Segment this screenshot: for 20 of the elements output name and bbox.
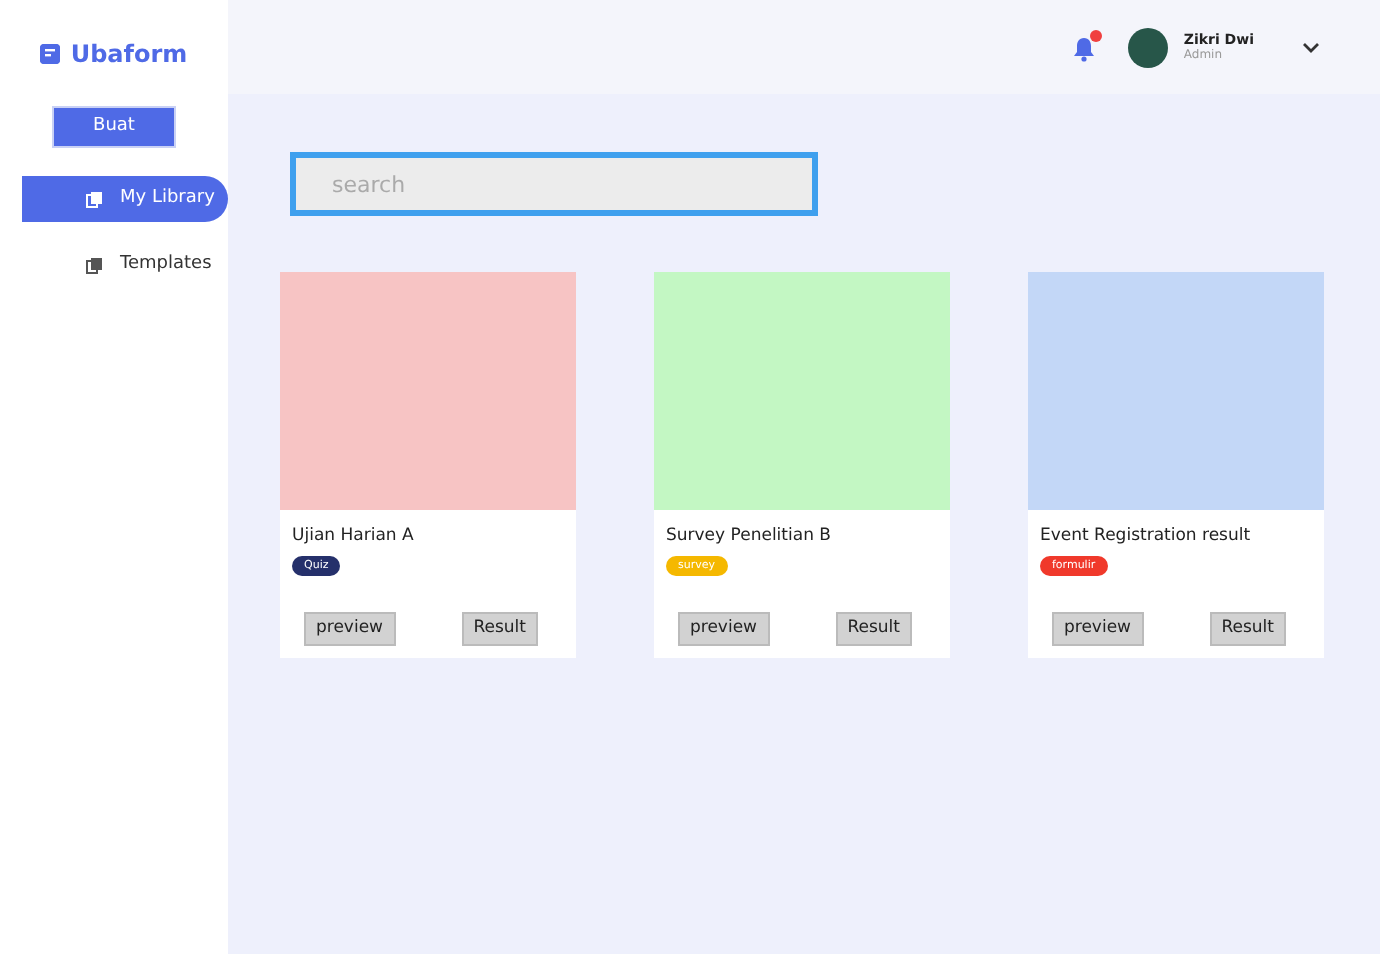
document-icon xyxy=(86,191,102,207)
result-button[interactable]: Result xyxy=(461,612,538,646)
preview-button[interactable]: preview xyxy=(1052,612,1144,646)
card-title: Ujian Harian A xyxy=(292,524,416,550)
result-button[interactable]: Result xyxy=(835,612,912,646)
card-title: Survey Penelitian B xyxy=(666,524,833,550)
result-button[interactable]: Result xyxy=(1209,612,1286,646)
sidebar-item[interactable]: My Library xyxy=(22,176,228,222)
card-title: Event Registration result xyxy=(1040,524,1253,550)
chevron-down-icon[interactable] xyxy=(1302,41,1320,53)
preview-button[interactable]: preview xyxy=(678,612,770,646)
create-button[interactable]: Buat xyxy=(52,106,176,148)
search-field[interactable]: search xyxy=(290,152,818,216)
brand-name: Ubaform xyxy=(70,38,188,72)
avatar[interactable] xyxy=(1127,27,1168,67)
logo-icon xyxy=(40,44,61,64)
sidebar-item[interactable]: Templates xyxy=(22,242,228,288)
preview-button[interactable]: preview xyxy=(304,612,396,646)
document-icon xyxy=(86,257,102,273)
notification-icon[interactable] xyxy=(1071,34,1096,60)
